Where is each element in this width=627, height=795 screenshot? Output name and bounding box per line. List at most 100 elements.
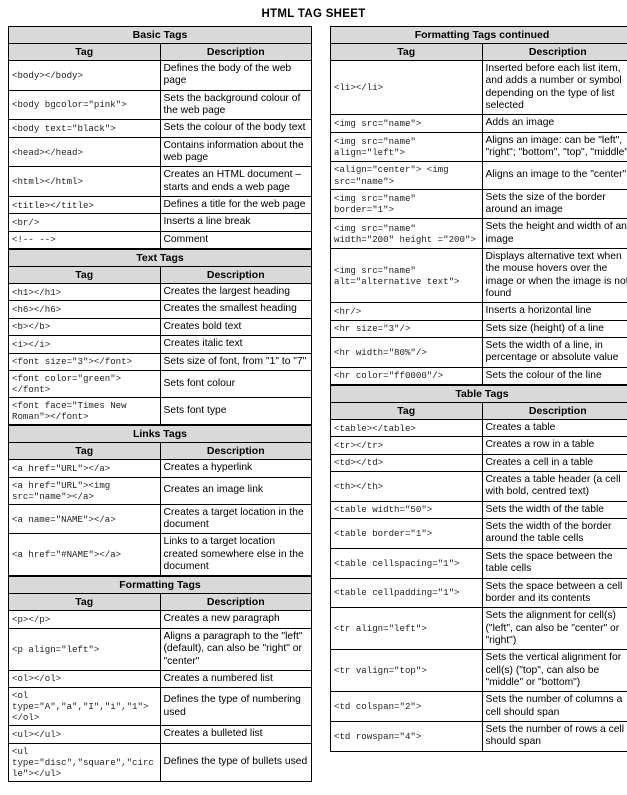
column-header-row: Tag Description bbox=[8, 43, 312, 61]
column-header-row: Tag Description bbox=[8, 593, 312, 612]
column-header-description: Description bbox=[159, 43, 312, 61]
right-column: Formatting Tags continued Tag Description <… bbox=[330, 26, 627, 752]
description-cell: Inserts a horizontal line bbox=[481, 302, 627, 321]
table-row: <ol></ol> Creates a numbered list bbox=[8, 669, 312, 689]
tag-cell: <body bgcolor="pink"> bbox=[8, 89, 161, 121]
tag-cell: <font size="3"></font> bbox=[8, 352, 161, 371]
tag-cell: <td colspan="2"> bbox=[330, 691, 483, 722]
table-row: <br/> Inserts a line break bbox=[8, 213, 312, 232]
column-header-row: Tag Description bbox=[8, 442, 312, 461]
description-cell: Creates the largest heading bbox=[159, 283, 312, 302]
table-row: <ul></ul> Creates a bulleted list bbox=[8, 725, 312, 744]
description-cell: Creates the smallest heading bbox=[159, 300, 312, 319]
table-row: <body></body> Defines the body of the web… bbox=[8, 60, 312, 91]
table-row: <head></head> Contains information about … bbox=[8, 136, 312, 168]
column-header-tag: Tag bbox=[8, 43, 161, 61]
tag-cell: <table border="1"> bbox=[330, 518, 483, 549]
tag-cell: <a href="URL"><img src="name"></a> bbox=[8, 476, 161, 505]
tag-cell: <!-- --> bbox=[8, 230, 161, 250]
tag-cell: <tr valign="top"> bbox=[330, 649, 483, 693]
description-cell: Creates a table bbox=[481, 419, 627, 438]
table-row: <hr color="ff0000"/> Sets the colour of t… bbox=[330, 366, 627, 386]
column-header-description: Description bbox=[481, 43, 627, 61]
description-cell: Comment bbox=[159, 230, 312, 250]
tag-cell: <img src="name" align="left"> bbox=[330, 131, 483, 163]
column-header-tag: Tag bbox=[8, 593, 161, 612]
column-header-description: Description bbox=[159, 442, 312, 461]
description-cell: Defines the type of numbering used bbox=[159, 687, 312, 727]
tag-cell: <table cellpadding="1"> bbox=[330, 577, 483, 609]
column-header-row: Tag Description bbox=[8, 266, 312, 285]
table-row: <hr/> Inserts a horizontal line bbox=[330, 302, 627, 321]
description-cell: Sets font type bbox=[159, 397, 312, 426]
tag-cell: <td></td> bbox=[330, 453, 483, 473]
description-cell: Aligns an image to the "center" bbox=[481, 161, 627, 190]
tag-cell: <hr/> bbox=[330, 302, 483, 321]
tag-cell: <hr size="3"/> bbox=[330, 319, 483, 339]
description-cell: Sets the space between a cell border and… bbox=[481, 577, 627, 609]
description-cell: Creates a target location in the documen… bbox=[159, 503, 312, 535]
column-header-tag: Tag bbox=[8, 442, 161, 461]
tag-cell: <ol type="A","a","I","i","1"></ol> bbox=[8, 687, 161, 727]
description-cell: Sets the height and width of an image bbox=[481, 218, 627, 249]
tag-cell: <table cellspacing="1"> bbox=[330, 547, 483, 579]
section-heading: Text Tags bbox=[8, 249, 312, 268]
description-cell: Creates a row in a table bbox=[481, 436, 627, 455]
description-cell: Sets the alignment for cell(s) ("left", … bbox=[481, 607, 627, 651]
table-row: <p align="left"> Aligns a paragraph to th… bbox=[8, 627, 312, 671]
tag-cell: <font color="green"> </font> bbox=[8, 369, 161, 399]
section-heading-row: Formatting Tags bbox=[8, 576, 312, 595]
tag-section-table: Basic Tags Tag Description <body></body> Def… bbox=[8, 26, 312, 250]
tag-cell: <align="center"> <img src="name"> bbox=[330, 161, 483, 190]
table-row: <td colspan="2"> Sets the number of colum… bbox=[330, 691, 627, 722]
tag-section-table: Links Tags Tag Description <a href="URL"></… bbox=[8, 425, 312, 577]
table-row: <tr></tr> Creates a row in a table bbox=[330, 436, 627, 455]
description-cell: Sets font colour bbox=[159, 369, 312, 399]
table-row: <i></i> Creates italic text bbox=[8, 335, 312, 354]
table-row: <img src="name" border="1"> Sets the size… bbox=[330, 188, 627, 220]
description-cell: Sets the size of the border around an im… bbox=[481, 188, 627, 220]
tag-cell: <body text="black"> bbox=[8, 119, 161, 138]
table-row: <th></th> Creates a table header (a cell … bbox=[330, 471, 627, 502]
description-cell: Sets the number of rows a cell should sp… bbox=[481, 720, 627, 752]
description-cell: Inserts a line break bbox=[159, 213, 312, 232]
tag-cell: <font face="Times New Roman"></font> bbox=[8, 397, 161, 426]
description-cell: Defines the body of the web page bbox=[159, 60, 312, 91]
table-row: <tr align="left"> Sets the alignment for … bbox=[330, 607, 627, 651]
tag-section-table: Formatting Tags continued Tag Description <… bbox=[330, 26, 627, 386]
description-cell: Links to a target location created somew… bbox=[159, 533, 312, 577]
column-header-tag: Tag bbox=[330, 402, 483, 421]
tag-cell: <img src="name" border="1"> bbox=[330, 188, 483, 220]
description-cell: Contains information about the web page bbox=[159, 136, 312, 168]
description-cell: Creates bold text bbox=[159, 317, 312, 337]
table-row: <hr width="80%"/> Sets the width of a lin… bbox=[330, 337, 627, 368]
table-row: <a href="URL"></a> Creates a hyperlink bbox=[8, 459, 312, 478]
table-row: <td rowspan="4"> Sets the number of rows … bbox=[330, 720, 627, 752]
sheet-columns: Basic Tags Tag Description <body></body> Def… bbox=[0, 26, 627, 783]
tag-cell: <p align="left"> bbox=[8, 627, 161, 671]
table-row: <img src="name" alt="alternative text"> D… bbox=[330, 247, 627, 304]
column-header-description: Description bbox=[159, 593, 312, 612]
description-cell: Defines the type of bullets used bbox=[159, 742, 312, 783]
table-row: <tr valign="top"> Sets the vertical align… bbox=[330, 649, 627, 693]
table-row: <table cellspacing="1"> Sets the space be… bbox=[330, 547, 627, 579]
description-cell: Creates a numbered list bbox=[159, 669, 312, 689]
tag-cell: <ul></ul> bbox=[8, 725, 161, 744]
description-cell: Aligns a paragraph to the "left" (defaul… bbox=[159, 627, 312, 671]
left-column: Basic Tags Tag Description <body></body> Def… bbox=[8, 26, 312, 783]
tag-cell: <br/> bbox=[8, 213, 161, 232]
description-cell: Sets the space between the table cells bbox=[481, 547, 627, 579]
table-row: <body bgcolor="pink"> Sets the background… bbox=[8, 89, 312, 121]
description-cell: Sets the background colour of the web pa… bbox=[159, 89, 312, 121]
table-row: <a name="NAME"></a> Creates a target loca… bbox=[8, 503, 312, 535]
table-row: <body text="black"> Sets the colour of th… bbox=[8, 119, 312, 138]
description-cell: Creates an HTML document – starts and en… bbox=[159, 166, 312, 198]
table-row: <table border="1"> Sets the width of the … bbox=[330, 518, 627, 549]
section-heading: Formatting Tags continued bbox=[330, 26, 627, 44]
tag-cell: <a name="NAME"></a> bbox=[8, 503, 161, 535]
tag-cell: <head></head> bbox=[8, 136, 161, 168]
tag-cell: <table></table> bbox=[330, 419, 483, 438]
table-row: <td></td> Creates a cell in a table bbox=[330, 453, 627, 473]
description-cell: Aligns an image: can be "left", "right";… bbox=[481, 131, 627, 163]
section-heading: Formatting Tags bbox=[8, 576, 312, 595]
